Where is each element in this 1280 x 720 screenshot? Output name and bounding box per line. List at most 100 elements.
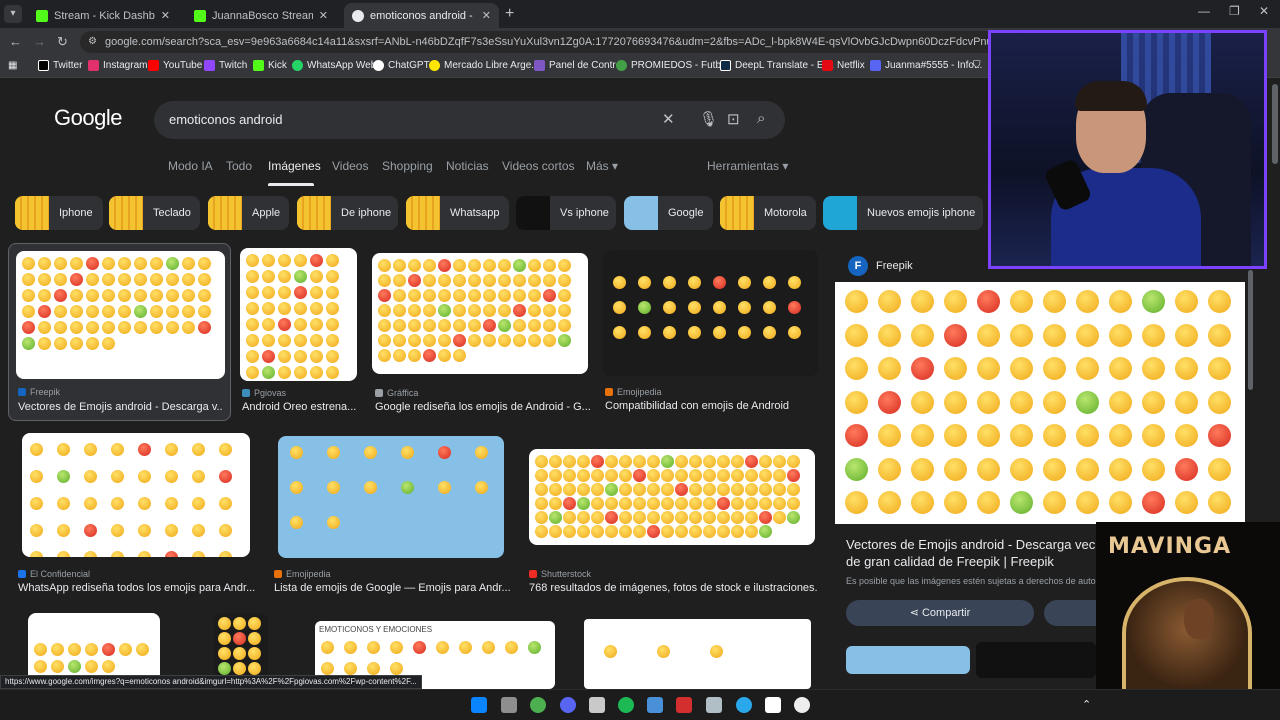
result-thumbnail[interactable] — [372, 253, 588, 374]
tab-mas[interactable]: Más ▾ — [586, 159, 618, 173]
result-card-freepik[interactable]: Freepik Vectores de Emojis android - Des… — [8, 243, 231, 421]
chip-iphone[interactable]: Iphone — [15, 196, 103, 230]
result-title[interactable]: WhatsApp rediseña todos los emojis para … — [18, 582, 256, 594]
result-source[interactable]: Shutterstock — [529, 569, 591, 579]
file-explorer-icon[interactable] — [589, 697, 605, 713]
app-icon[interactable] — [676, 697, 692, 713]
tab-kick-dashboard[interactable]: Stream - Kick Dashboard ✕ — [28, 3, 178, 28]
notepad-icon[interactable] — [647, 697, 663, 713]
bookmark-panel-control[interactable]: Panel de Control — [534, 60, 624, 71]
result-title[interactable]: Vectores de Emojis android - Descarga v.… — [18, 401, 223, 413]
google-logo[interactable]: Google — [54, 105, 122, 131]
restore-icon[interactable]: ❐ — [1229, 4, 1240, 18]
result-card-row3-4[interactable] — [584, 619, 811, 689]
result-card-el-confidencial[interactable]: El Confidencial WhatsApp rediseña todos … — [16, 433, 256, 597]
bookmark-youtube[interactable]: YouTube — [148, 60, 202, 71]
result-card-shutterstock[interactable]: Shutterstock 768 resultados de imágenes,… — [528, 449, 818, 597]
tab-google-search[interactable]: emoticonos android - Buscar c ✕ — [344, 3, 499, 28]
minimize-icon[interactable]: — — [1198, 4, 1210, 18]
obs-icon[interactable] — [794, 697, 810, 713]
telegram-icon[interactable] — [736, 697, 752, 713]
search-input[interactable]: emoticonos android — [169, 112, 282, 127]
panel-source[interactable]: F Freepik — [848, 256, 913, 276]
task-view-icon[interactable] — [501, 697, 517, 713]
chip-motorola[interactable]: Motorola — [720, 196, 816, 230]
related-thumbnail[interactable] — [846, 646, 970, 674]
tab-noticias[interactable]: Noticias — [446, 159, 489, 173]
chip-vs-iphone[interactable]: Vs iphone — [516, 196, 616, 230]
capcut-icon[interactable] — [765, 697, 781, 713]
bookmark-instagram[interactable]: Instagram — [88, 60, 147, 71]
page-scrollbar[interactable] — [1272, 84, 1278, 164]
result-card-emojipedia-google[interactable]: Emojipedia Lista de emojis de Google — E… — [273, 436, 513, 596]
result-card-pgiovas[interactable]: Pgiovas Android Oreo estrena... — [240, 248, 360, 420]
result-title[interactable]: Lista de emojis de Google — Emojis para … — [274, 582, 512, 594]
tab-shopping[interactable]: Shopping — [382, 159, 433, 173]
result-thumbnail[interactable] — [529, 449, 815, 545]
clear-icon[interactable]: ✕ — [662, 110, 675, 128]
panel-image[interactable] — [835, 282, 1245, 524]
result-title[interactable]: Android Oreo estrena... — [242, 401, 357, 413]
calculator-icon[interactable] — [706, 697, 722, 713]
result-title[interactable]: 768 resultados de imágenes, fotos de sto… — [529, 582, 817, 594]
reload-icon[interactable]: ↻ — [57, 34, 68, 50]
new-tab-button[interactable]: + — [505, 5, 514, 23]
close-icon[interactable]: ✕ — [319, 9, 328, 22]
result-source[interactable]: Pgiovas — [242, 388, 286, 398]
spotify-icon[interactable] — [618, 697, 634, 713]
site-info-icon[interactable]: ⚙ — [88, 36, 97, 47]
tab-juannabosco-stream[interactable]: JuannaBosco Stream - Watch l ✕ — [186, 3, 336, 28]
result-thumbnail[interactable] — [278, 436, 504, 558]
discord-icon[interactable] — [560, 697, 576, 713]
tab-videos-cortos[interactable]: Videos cortos — [502, 159, 575, 173]
tab-imagenes[interactable]: Imágenes — [268, 159, 321, 173]
chip-google[interactable]: Google — [624, 196, 713, 230]
forward-icon[interactable]: → — [33, 34, 46, 49]
result-thumbnail[interactable] — [22, 433, 250, 557]
result-thumbnail[interactable] — [16, 251, 225, 379]
result-thumbnail[interactable] — [603, 250, 818, 376]
tools-button[interactable]: Herramientas ▾ — [707, 159, 788, 173]
tab-search-button[interactable]: ▾ — [4, 5, 22, 23]
result-thumbnail[interactable] — [584, 619, 811, 689]
back-icon[interactable]: ← — [9, 34, 22, 49]
result-source[interactable]: Emojipedia — [605, 387, 662, 397]
chrome-icon[interactable] — [530, 697, 546, 713]
chip-apple[interactable]: Apple — [208, 196, 289, 230]
result-source[interactable]: Freepik — [18, 387, 60, 397]
start-icon[interactable] — [471, 697, 487, 713]
tab-todo[interactable]: Todo — [226, 159, 252, 173]
bookmark-promiedos[interactable]: PROMIEDOS - Futb... — [616, 60, 729, 71]
bookmark-netflix[interactable]: Netflix — [822, 60, 865, 71]
chip-nuevos-emojis-iphone[interactable]: Nuevos emojis iphone — [823, 196, 983, 230]
apps-icon[interactable]: ▦ — [8, 60, 17, 71]
microphone-icon[interactable]: 🎙 — [699, 110, 718, 128]
share-button[interactable]: ⋖ Compartir — [846, 600, 1034, 626]
tab-videos[interactable]: Videos — [332, 159, 368, 173]
camera-icon[interactable]: ⊡ — [727, 110, 740, 128]
bookmark-chatgpt[interactable]: ChatGPT — [373, 60, 430, 71]
result-card-graffica[interactable]: Gráffica Google rediseña los emojis de A… — [372, 253, 590, 421]
result-source[interactable]: Emojipedia — [274, 569, 331, 579]
chip-de-iphone[interactable]: De iphone — [297, 196, 398, 230]
result-card-emojipedia[interactable]: Emojipedia Compatibilidad con emojis de … — [603, 250, 820, 422]
chip-teclado[interactable]: Teclado — [109, 196, 200, 230]
related-thumbnail[interactable] — [976, 642, 1096, 678]
result-title[interactable]: Google rediseña los emojis de Android - … — [375, 401, 590, 413]
result-source[interactable]: Gráffica — [375, 388, 418, 398]
panel-scrollbar[interactable] — [1248, 270, 1253, 390]
result-source[interactable]: El Confidencial — [18, 569, 90, 579]
close-window-icon[interactable]: ✕ — [1259, 4, 1269, 18]
bookmark-juanma[interactable]: Juanma#5555 - Info... — [870, 60, 982, 71]
result-thumbnail[interactable] — [240, 248, 357, 381]
chevron-up-icon[interactable]: ⌃ — [1082, 698, 1091, 711]
bookmark-deepl[interactable]: DeepL Translate - El... — [720, 60, 834, 71]
bookmark-mercadolibre[interactable]: Mercado Libre Arge... — [429, 60, 540, 71]
bookmark-twitter[interactable]: Twitter — [38, 60, 82, 71]
tab-modo-ia[interactable]: Modo IA — [168, 159, 213, 173]
result-title[interactable]: Compatibilidad con emojis de Android — [605, 400, 818, 412]
chip-whatsapp[interactable]: Whatsapp — [406, 196, 509, 230]
bookmark-kick[interactable]: Kick — [253, 60, 287, 71]
close-icon[interactable]: ✕ — [161, 9, 170, 22]
panel-title[interactable]: Vectores de Emojis android - Descarga ve… — [846, 536, 1106, 570]
